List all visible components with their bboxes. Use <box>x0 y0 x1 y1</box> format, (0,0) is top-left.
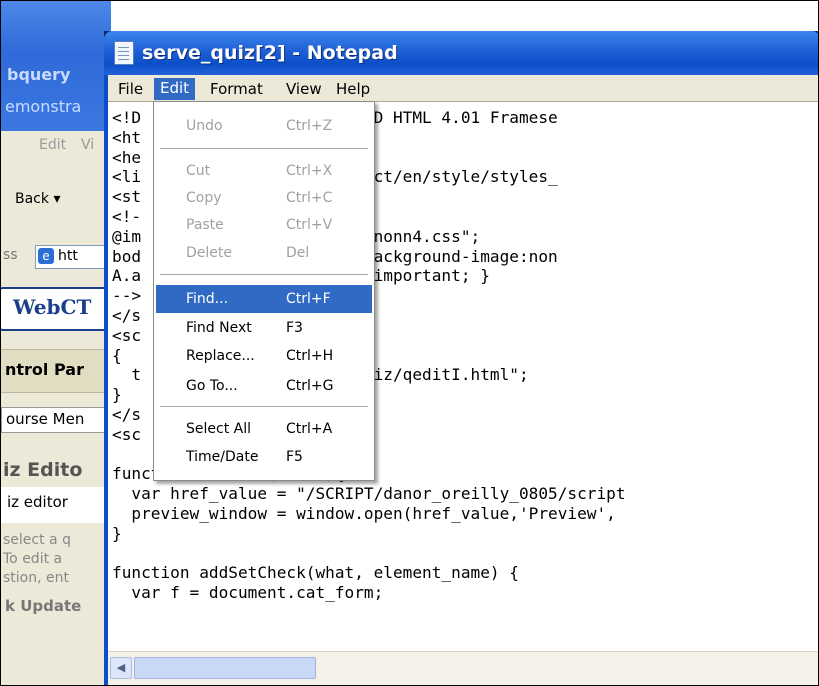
menu-item-undo[interactable]: Undo Ctrl+Z <box>156 112 372 140</box>
menu-item-shortcut: Ctrl+G <box>286 378 334 394</box>
menu-item-label: Find Next <box>186 320 252 336</box>
menu-separator <box>160 406 368 407</box>
menu-item-label: Paste <box>186 217 224 233</box>
menu-item-label: Copy <box>186 190 222 206</box>
menu-item-time-date[interactable]: Time/Date F5 <box>156 443 372 471</box>
ie-page-icon: e <box>38 248 54 264</box>
notepad-title: serve_quiz[2] - Notepad <box>142 42 398 64</box>
menu-item-shortcut: Ctrl+Z <box>286 118 333 134</box>
menu-item-label: Find... <box>186 291 229 307</box>
address-label: ss <box>3 247 18 263</box>
menu-item-cut[interactable]: Cut Ctrl+X <box>156 157 372 185</box>
background-page-content: WebCT ntrol Par ourse Men iz Edito iz ed… <box>1 273 111 685</box>
notepad-menu-bar: File Edit Format View Help <box>108 75 818 101</box>
scrollbar-thumb[interactable] <box>134 657 316 679</box>
menu-item-shortcut: Ctrl+A <box>286 421 333 437</box>
course-menu-label: ourse Men <box>6 410 85 428</box>
address-bar: ss e htt <box>1 239 111 274</box>
description-line: stion, ent <box>3 570 69 586</box>
background-window-title: bquery <box>7 65 71 84</box>
menu-item-find-next[interactable]: Find Next F3 <box>156 314 372 342</box>
control-panel-label: ntrol Par <box>5 360 84 379</box>
menu-file[interactable]: File <box>112 79 149 99</box>
address-input[interactable]: e htt <box>35 245 111 269</box>
menu-item-label: Go To... <box>186 378 238 394</box>
quiz-editor-description: select a q To edit a stion, ent <box>3 531 71 588</box>
menu-item-shortcut: F3 <box>286 320 303 336</box>
control-panel-header[interactable]: ntrol Par <box>1 349 111 393</box>
background-toolbar: Back ▾ <box>1 161 111 240</box>
menu-item-shortcut: Ctrl+X <box>286 163 333 179</box>
address-value: htt <box>58 248 78 264</box>
horizontal-scrollbar[interactable]: ◀ <box>108 651 818 685</box>
menu-edit[interactable]: Edit <box>154 78 196 100</box>
code-line: } <box>112 523 122 543</box>
menu-item-label: Undo <box>186 118 223 134</box>
menu-item-shortcut: F5 <box>286 449 303 465</box>
update-text: k Update <box>5 597 82 615</box>
code-line: var href_value = "/SCRIPT/danor_oreilly_… <box>112 484 626 504</box>
notepad-title-bar[interactable]: serve_quiz[2] - Notepad <box>104 31 818 75</box>
screenshot-frame: bquery emonstra Edit Vi Back ▾ ss e htt … <box>0 0 819 686</box>
background-browser-window: bquery emonstra Edit Vi Back ▾ ss e htt … <box>1 1 111 685</box>
menu-separator <box>160 274 368 275</box>
background-menu-bar: Edit Vi <box>1 131 111 162</box>
menu-item-label: Cut <box>186 163 211 179</box>
background-title-bar: bquery emonstra <box>1 1 111 131</box>
menu-item-paste[interactable]: Paste Ctrl+V <box>156 211 372 239</box>
menu-view[interactable]: View <box>280 79 328 99</box>
menu-item-shortcut: Ctrl+F <box>286 291 331 307</box>
menu-item-label: Time/Date <box>186 449 259 465</box>
code-line: var f = document.cat_form; <box>112 583 384 603</box>
background-menu-edit[interactable]: Edit <box>39 137 66 153</box>
description-line: To edit a <box>3 551 63 567</box>
menu-separator <box>160 148 368 149</box>
course-menu-button[interactable]: ourse Men <box>1 407 109 433</box>
back-button[interactable]: Back ▾ <box>15 191 60 207</box>
code-line: function addSetCheck(what, element_name)… <box>112 563 519 583</box>
menu-item-shortcut: Ctrl+V <box>286 217 333 233</box>
description-line: select a q <box>3 532 71 548</box>
menu-item-label: Replace... <box>186 348 255 364</box>
webct-logo: WebCT <box>1 287 111 331</box>
edit-menu-dropdown: Undo Ctrl+Z Cut Ctrl+X Copy Ctrl+C Paste Ctr… <box>153 101 375 481</box>
menu-item-shortcut: Del <box>286 245 310 261</box>
scroll-left-arrow-icon[interactable]: ◀ <box>110 657 132 679</box>
menu-item-find[interactable]: Find... Ctrl+F <box>156 285 372 313</box>
menu-item-label: Delete <box>186 245 232 261</box>
webct-logo-text: WebCT <box>13 295 92 319</box>
background-window-subtitle: emonstra <box>5 97 82 116</box>
background-menu-view[interactable]: Vi <box>81 137 94 153</box>
menu-item-label: Select All <box>186 421 251 437</box>
menu-format[interactable]: Format <box>204 79 269 99</box>
menu-item-delete[interactable]: Delete Del <box>156 239 372 267</box>
quiz-editor-subheading-text: iz editor <box>7 493 68 511</box>
menu-item-go-to[interactable]: Go To... Ctrl+G <box>156 372 372 400</box>
quiz-editor-heading: iz Edito <box>3 459 83 481</box>
menu-item-replace[interactable]: Replace... Ctrl+H <box>156 342 372 370</box>
code-line: preview_window = window.open(href_value,… <box>112 503 616 523</box>
menu-item-select-all[interactable]: Select All Ctrl+A <box>156 415 372 443</box>
menu-item-copy[interactable]: Copy Ctrl+C <box>156 184 372 212</box>
quiz-editor-subheading: iz editor <box>1 487 111 523</box>
back-button-label: Back <box>15 191 49 207</box>
notepad-icon <box>114 41 134 65</box>
menu-item-shortcut: Ctrl+C <box>286 190 333 206</box>
menu-help[interactable]: Help <box>330 79 376 99</box>
menu-item-shortcut: Ctrl+H <box>286 348 334 364</box>
